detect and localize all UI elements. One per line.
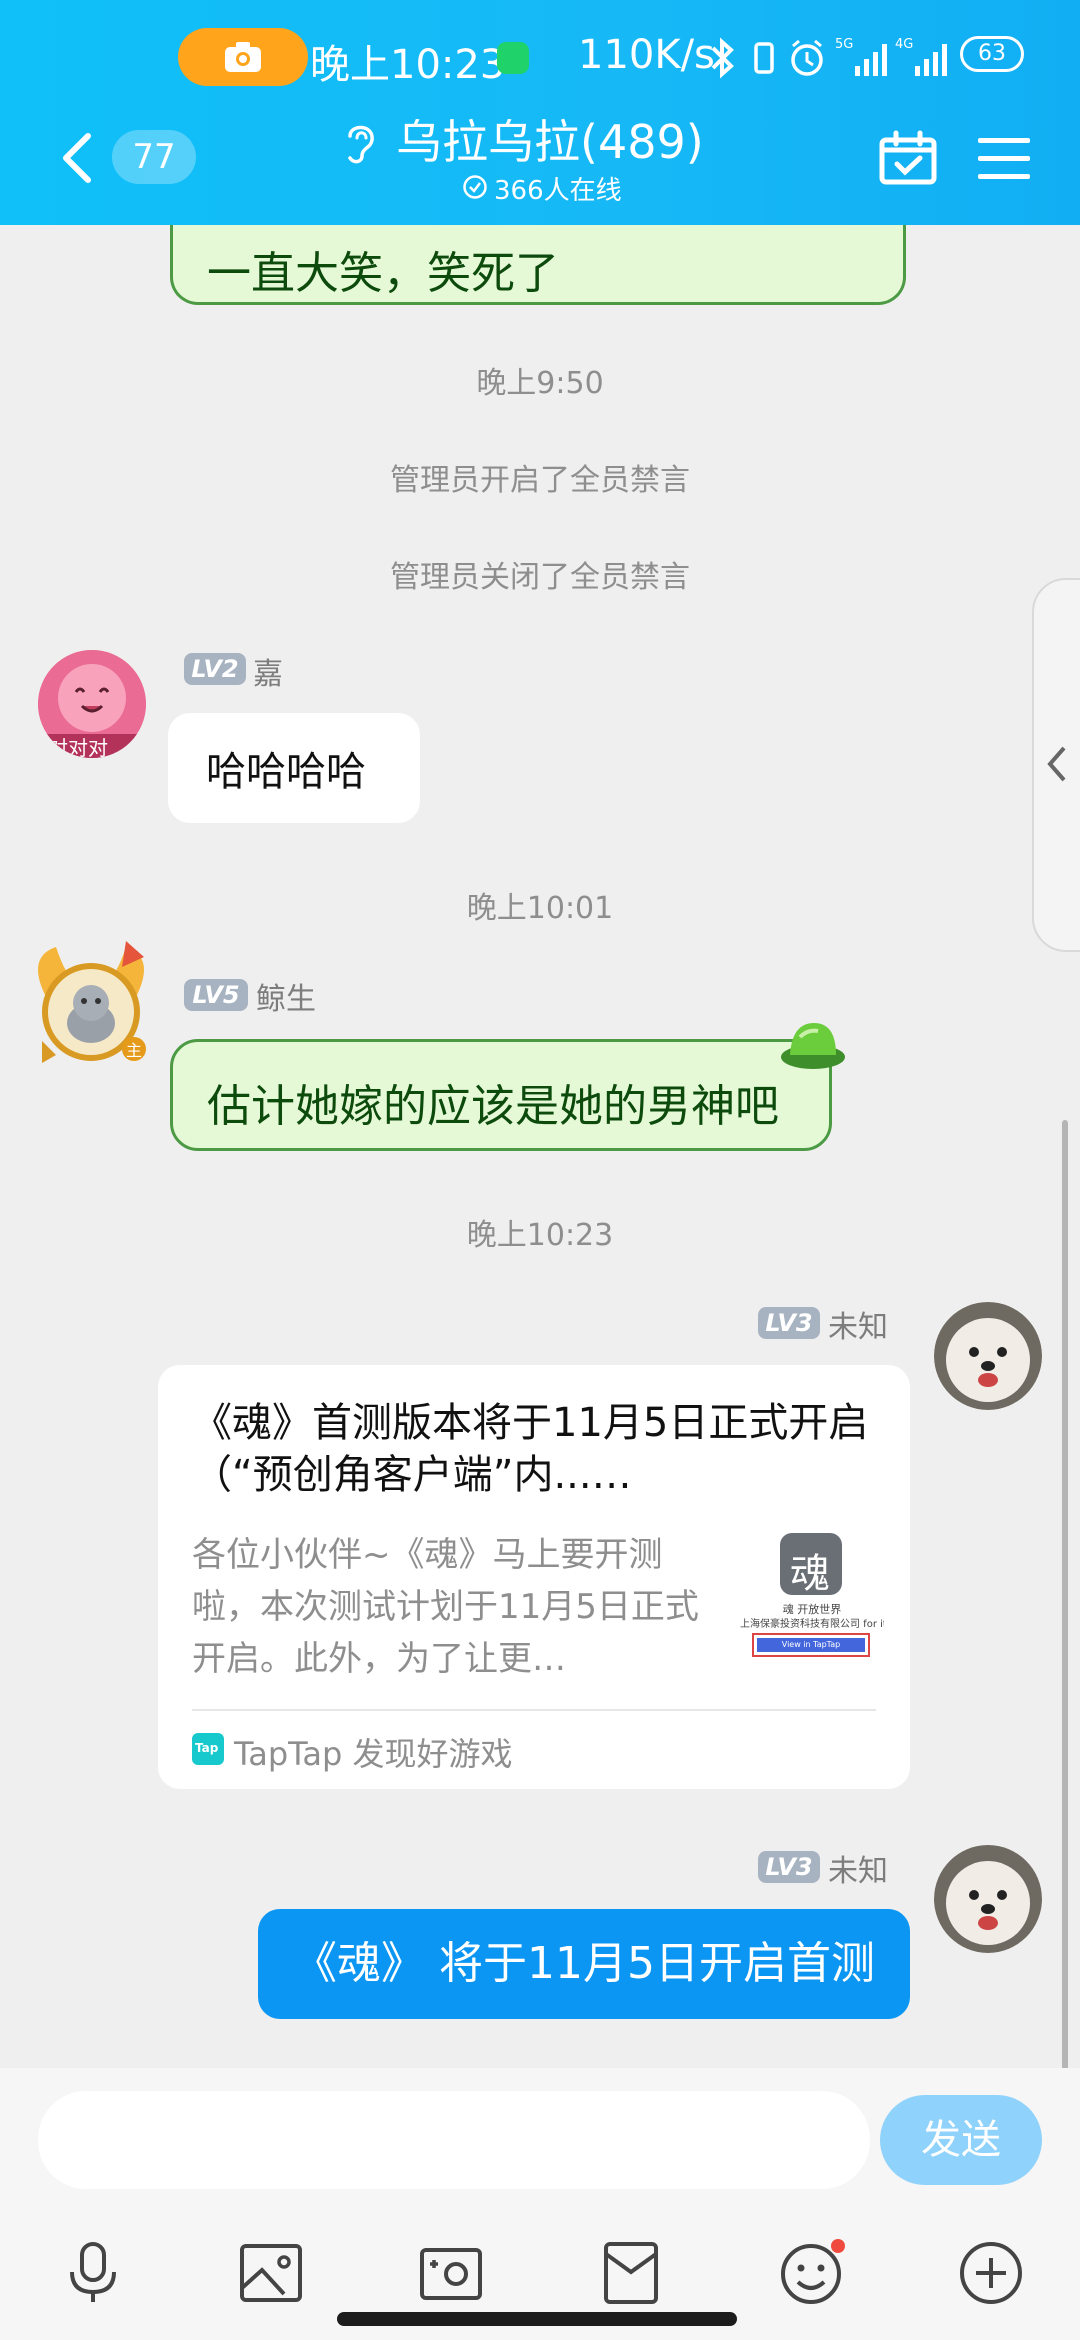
camera-icon[interactable]: [416, 2238, 486, 2308]
avatar[interactable]: [934, 1302, 1042, 1410]
svg-text:4G: 4G: [895, 37, 913, 52]
plus-icon[interactable]: [956, 2238, 1026, 2308]
message-text: 一直大笑，笑死了: [207, 248, 559, 299]
side-drawer-tab[interactable]: [1032, 578, 1080, 952]
dog-avatar-image: [934, 1302, 1042, 1410]
vibrate-icon: [754, 42, 774, 74]
card-description: 各位小伙伴~《魂》马上要开测啦，本次测试计划于11月5日正式开启。此外，为了让更…: [192, 1535, 699, 1679]
screen-record-pill[interactable]: [178, 28, 308, 86]
game-logo-text: 魂: [790, 1551, 830, 1597]
avatar[interactable]: [934, 1845, 1042, 1953]
link-card[interactable]: 《魂》首测版本将于11月5日正式开启（“预创角客户端”内...… 各位小伙伴~《…: [158, 1365, 910, 1789]
group-title[interactable]: 乌拉乌拉(489): [396, 106, 704, 172]
red-packet-icon[interactable]: [596, 2238, 666, 2308]
timestamp: 晚上10:01: [466, 891, 614, 926]
microphone-icon[interactable]: [58, 2238, 128, 2308]
calendar-check-icon[interactable]: [878, 130, 938, 186]
scrollbar[interactable]: [1062, 1120, 1068, 2070]
signal-5g-icon: 5G: [835, 37, 887, 76]
view-in-taptap-label: View in TapTap: [757, 1638, 865, 1652]
system-notice: 管理员开启了全员禁言: [390, 463, 690, 498]
timestamp: 晚上9:50: [476, 366, 604, 401]
new-dot: [831, 2239, 845, 2253]
battery-icon: 63: [960, 36, 1024, 72]
online-count: 366人在线: [494, 176, 622, 206]
card-divider: [192, 1709, 876, 1711]
dog-avatar-image: [934, 1845, 1042, 1953]
bluetooth-icon: [711, 37, 734, 79]
message-text: 估计她嫁的应该是她的男神吧: [207, 1081, 779, 1132]
level-badge: LV5: [184, 979, 248, 1011]
input-area: 发送: [0, 2068, 1080, 2340]
network-speed: 110K/s: [578, 32, 715, 78]
message-input[interactable]: [38, 2091, 870, 2189]
message-bubble[interactable]: 一直大笑，笑死了: [170, 225, 906, 305]
message-bubble[interactable]: 哈哈哈哈: [168, 713, 420, 823]
owner-badge: 主: [126, 1041, 143, 1060]
sender-name[interactable]: 未知: [828, 1302, 888, 1346]
sender-name[interactable]: 未知: [828, 1846, 888, 1890]
unread-count-badge[interactable]: 77: [112, 130, 196, 184]
image-icon[interactable]: [236, 2238, 306, 2308]
avatar[interactable]: 主: [26, 937, 156, 1067]
message-bubble[interactable]: 《魂》 将于11月5日开启首测: [258, 1909, 910, 2019]
level-badge: LV3: [758, 1307, 820, 1339]
system-notice: 管理员关闭了全员禁言: [390, 560, 690, 595]
sender-name[interactable]: 鲸生: [256, 974, 316, 1018]
view-in-taptap-button: View in TapTap: [752, 1633, 870, 1657]
sender-name[interactable]: 嘉: [253, 649, 283, 693]
level-badge: LV2: [184, 653, 246, 685]
message-bubble[interactable]: 估计她嫁的应该是她的男神吧: [170, 1039, 832, 1151]
send-button[interactable]: 发送: [880, 2095, 1042, 2185]
status-time: 晚上10:23: [310, 42, 506, 88]
alarm-icon: [791, 39, 823, 76]
message-text: 《魂》 将于11月5日开启首测: [293, 1938, 875, 1989]
camera-icon: [225, 42, 261, 72]
timestamp: 晚上10:23: [466, 1218, 614, 1253]
avatar-text: 对对对: [48, 736, 108, 758]
card-title: 《魂》首测版本将于11月5日正式开启（“预创角客户端”内...…: [192, 1400, 869, 1498]
avatar[interactable]: 对对对: [38, 650, 146, 758]
menu-icon[interactable]: [976, 136, 1032, 182]
taptap-icon: Tap: [192, 1733, 224, 1765]
online-check-icon: [463, 175, 487, 199]
ear-icon[interactable]: [340, 118, 380, 166]
app-notification-icon: [497, 42, 529, 74]
signal-4g-icon: 4G: [895, 37, 947, 76]
chat-header: 晚上10:23 110K/s 5G 4G 63 77 乌拉乌拉(489) 366…: [0, 0, 1080, 225]
card-thumbnail: 魂 魂 开放世界 上海保豪投资科技有限公司 for it View in Tap…: [740, 1529, 884, 1673]
level-badge: LV3: [758, 1851, 820, 1883]
emoji-icon[interactable]: [776, 2238, 846, 2308]
back-icon[interactable]: [58, 130, 98, 186]
home-indicator[interactable]: [337, 2312, 737, 2326]
message-text: 哈哈哈哈: [206, 749, 366, 795]
taptap-icon-label: Tap: [195, 1741, 219, 1755]
message-list[interactable]: 一直大笑，笑死了 晚上9:50 管理员开启了全员禁言 管理员关闭了全员禁言 对对…: [0, 225, 1080, 2068]
green-hat-icon: [781, 1023, 845, 1069]
chevron-left-icon: [1047, 746, 1066, 782]
status-bar: 晚上10:23 110K/s 5G 4G 63: [0, 28, 1080, 88]
svg-text:5G: 5G: [835, 37, 853, 52]
thumbnail-line-2: 上海保豪投资科技有限公司 for it: [740, 1619, 884, 1630]
card-source: TapTap 发现好游戏: [234, 1735, 513, 1773]
game-logo: 魂: [780, 1533, 842, 1597]
